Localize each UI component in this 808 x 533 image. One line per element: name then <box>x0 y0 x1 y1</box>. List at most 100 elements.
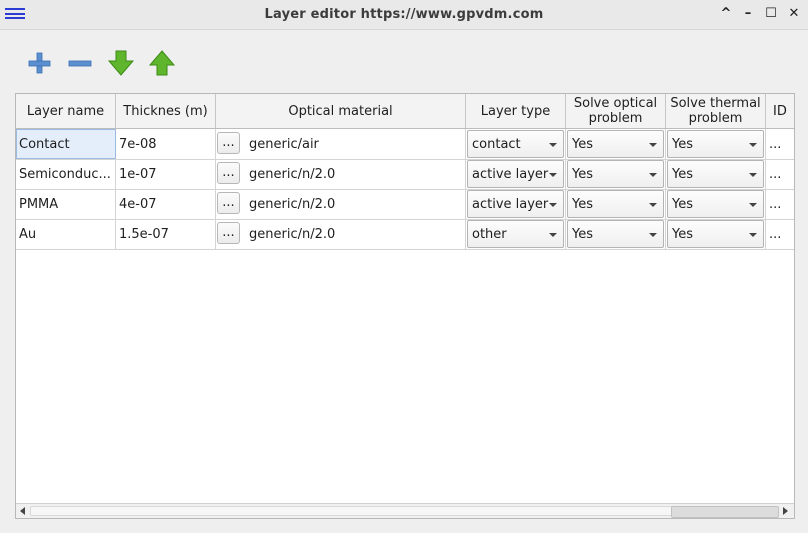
optical-material-cell[interactable]: ... generic/air <box>216 129 466 159</box>
move-down-button[interactable] <box>106 48 136 78</box>
layer-name-cell[interactable]: Au <box>16 219 116 249</box>
id-cell[interactable]: ... <box>766 159 794 189</box>
id-cell[interactable]: ... <box>766 189 794 219</box>
chevron-down-icon <box>649 233 657 237</box>
chevron-down-icon <box>549 203 557 207</box>
solve-optical-cell: Yes <box>566 129 666 159</box>
material-value: generic/n/2.0 <box>249 166 336 182</box>
header-label: ID <box>773 103 787 119</box>
layer-type-dropdown[interactable]: other <box>467 220 564 248</box>
material-value: generic/air <box>249 136 319 152</box>
chevron-down-icon <box>549 143 557 147</box>
header-thickness[interactable]: Thicknes (m) <box>116 94 216 128</box>
thickness-cell[interactable]: 1.5e-07 <box>116 219 216 249</box>
browse-material-button[interactable]: ... <box>217 192 240 214</box>
material-value: generic/n/2.0 <box>249 226 336 242</box>
header-id[interactable]: ID <box>766 94 794 128</box>
layer-name-cell[interactable]: Contact <box>16 129 116 159</box>
chevron-down-icon <box>649 143 657 147</box>
thickness-cell[interactable]: 1e-07 <box>116 159 216 189</box>
chevron-down-icon <box>749 203 757 207</box>
scroll-left-icon[interactable] <box>20 507 25 515</box>
layer-type-cell: other <box>466 219 566 249</box>
chevron-down-icon <box>649 173 657 177</box>
remove-icon <box>68 60 92 67</box>
layer-type-dropdown[interactable]: active layer <box>467 190 564 218</box>
scroll-track[interactable] <box>30 506 778 516</box>
header-layer-type[interactable]: Layer type <box>466 94 566 128</box>
toolbar <box>0 30 808 92</box>
layer-type-cell: active layer <box>466 189 566 219</box>
layer-name-cell[interactable]: PMMA <box>16 189 116 219</box>
thickness-cell[interactable]: 7e-08 <box>116 129 216 159</box>
dropdown-value: Yes <box>572 226 593 242</box>
solve-thermal-dropdown[interactable]: Yes <box>667 220 764 248</box>
header-label: problem <box>688 111 743 126</box>
maximize-icon[interactable]: ☐ <box>763 6 779 22</box>
chevron-down-icon <box>749 233 757 237</box>
table-row: Au 1.5e-07 ... generic/n/2.0 other Yes Y… <box>16 219 794 250</box>
dropdown-value: Yes <box>672 226 693 242</box>
id-cell[interactable]: ... <box>766 129 794 159</box>
window-title: Layer editor https://www.gpvdm.com <box>264 7 544 22</box>
chevron-down-icon <box>549 173 557 177</box>
solve-optical-cell: Yes <box>566 189 666 219</box>
chevron-down-icon <box>749 173 757 177</box>
table-row: Contact 7e-08 ... generic/air contact Ye… <box>16 129 794 160</box>
dropdown-value: Yes <box>672 166 693 182</box>
header-label: Thicknes (m) <box>123 103 208 119</box>
layer-name-cell[interactable]: Semiconduc... <box>16 159 116 189</box>
layer-type-cell: contact <box>466 129 566 159</box>
collapse-icon[interactable]: ^ <box>718 6 734 22</box>
thickness-cell[interactable]: 4e-07 <box>116 189 216 219</box>
solve-thermal-cell: Yes <box>666 189 766 219</box>
minimize-icon[interactable]: – <box>740 6 756 22</box>
dropdown-value: Yes <box>672 136 693 152</box>
header-solve-optical[interactable]: Solve optical problem <box>566 94 666 128</box>
header-optical-material[interactable]: Optical material <box>216 94 466 128</box>
layer-type-dropdown[interactable]: contact <box>467 130 564 158</box>
optical-material-cell[interactable]: ... generic/n/2.0 <box>216 159 466 189</box>
material-value: generic/n/2.0 <box>249 196 336 212</box>
chevron-down-icon <box>549 233 557 237</box>
solve-optical-dropdown[interactable]: Yes <box>567 160 664 188</box>
header-label: Layer type <box>480 103 551 119</box>
dropdown-value: active layer <box>472 166 549 182</box>
optical-material-cell[interactable]: ... generic/n/2.0 <box>216 189 466 219</box>
solve-optical-dropdown[interactable]: Yes <box>567 220 664 248</box>
table-header: Layer name Thicknes (m) Optical material… <box>16 94 794 129</box>
id-cell[interactable]: ... <box>766 219 794 249</box>
solve-thermal-cell: Yes <box>666 219 766 249</box>
add-button[interactable] <box>24 48 54 78</box>
header-solve-thermal[interactable]: Solve thermal problem <box>666 94 766 128</box>
remove-button[interactable] <box>65 48 95 78</box>
dropdown-value: Yes <box>572 196 593 212</box>
layer-type-dropdown[interactable]: active layer <box>467 160 564 188</box>
table-row: Semiconduc... 1e-07 ... generic/n/2.0 ac… <box>16 159 794 190</box>
solve-optical-cell: Yes <box>566 159 666 189</box>
header-layer-name[interactable]: Layer name <box>16 94 116 128</box>
move-up-icon <box>148 50 176 76</box>
optical-material-cell[interactable]: ... generic/n/2.0 <box>216 219 466 249</box>
table-row: PMMA 4e-07 ... generic/n/2.0 active laye… <box>16 189 794 220</box>
dropdown-value: Yes <box>572 136 593 152</box>
dropdown-value: Yes <box>572 166 593 182</box>
horizontal-scrollbar[interactable] <box>16 503 794 518</box>
scroll-right-icon[interactable] <box>783 507 788 515</box>
solve-thermal-dropdown[interactable]: Yes <box>667 160 764 188</box>
solve-optical-dropdown[interactable]: Yes <box>567 190 664 218</box>
browse-material-button[interactable]: ... <box>217 132 240 154</box>
dropdown-value: other <box>472 226 507 242</box>
solve-thermal-cell: Yes <box>666 129 766 159</box>
header-label: Optical material <box>288 103 393 119</box>
move-up-button[interactable] <box>147 48 177 78</box>
solve-optical-dropdown[interactable]: Yes <box>567 130 664 158</box>
move-down-icon <box>107 50 135 76</box>
browse-material-button[interactable]: ... <box>217 162 240 184</box>
browse-material-button[interactable]: ... <box>217 222 240 244</box>
close-icon[interactable]: ✕ <box>786 6 802 22</box>
solve-thermal-dropdown[interactable]: Yes <box>667 130 764 158</box>
scroll-thumb[interactable] <box>671 506 779 518</box>
layer-table: Layer name Thicknes (m) Optical material… <box>15 93 795 519</box>
solve-thermal-dropdown[interactable]: Yes <box>667 190 764 218</box>
